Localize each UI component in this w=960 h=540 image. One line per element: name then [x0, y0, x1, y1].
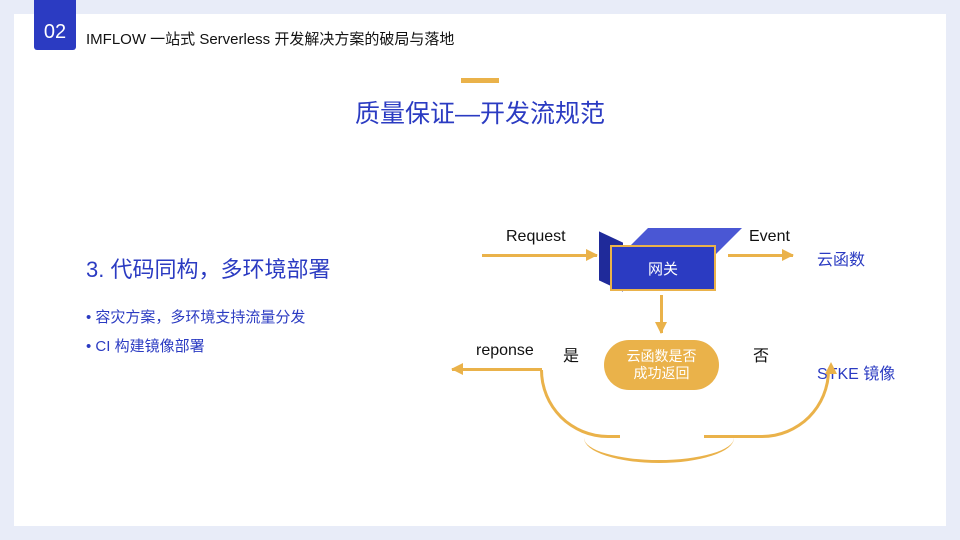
event-arrow: [728, 254, 793, 257]
slide: 02 IMFLOW 一站式 Serverless 开发解决方案的破局与落地 质量…: [14, 14, 946, 526]
bullet-list: 容灾方案，多环境支持流量分发 CI 构建镜像部署: [86, 304, 305, 361]
response-arrow: [452, 368, 542, 371]
event-label: Event: [749, 228, 790, 246]
gateway-node: 网关: [610, 245, 716, 291]
no-label: 否: [753, 342, 769, 366]
bullet-item: CI 构建镜像部署: [86, 333, 305, 362]
bullet-item: 容灾方案，多环境支持流量分发: [86, 304, 305, 333]
title-accent-bar: [461, 78, 499, 83]
yes-label: 是: [563, 342, 579, 366]
header-title: IMFLOW 一站式 Serverless 开发解决方案的破局与落地: [86, 28, 454, 49]
title-block: 质量保证—开发流规范: [14, 76, 946, 130]
no-curve-arrowhead: [825, 362, 837, 374]
slide-header: 02 IMFLOW 一站式 Serverless 开发解决方案的破局与落地: [14, 14, 946, 60]
decision-text-line1: 云函数是否: [627, 348, 697, 366]
down-arrow: [660, 295, 663, 333]
flow-diagram: 网关 Request Event 云函数 云函数是否 成功返回 是 否 repo…: [444, 212, 934, 472]
request-label: Request: [506, 228, 566, 246]
cloud-function-label: 云函数: [817, 246, 865, 270]
response-label: reponse: [476, 342, 534, 360]
decision-node: 云函数是否 成功返回: [604, 340, 719, 390]
request-arrow: [482, 254, 597, 257]
section-badge: 02: [34, 0, 76, 50]
section-subtitle: 3. 代码同构，多环境部署: [86, 252, 330, 284]
main-title: 质量保证—开发流规范: [14, 94, 946, 130]
feedback-curve: [584, 413, 734, 463]
decision-text-line2: 成功返回: [634, 365, 690, 383]
